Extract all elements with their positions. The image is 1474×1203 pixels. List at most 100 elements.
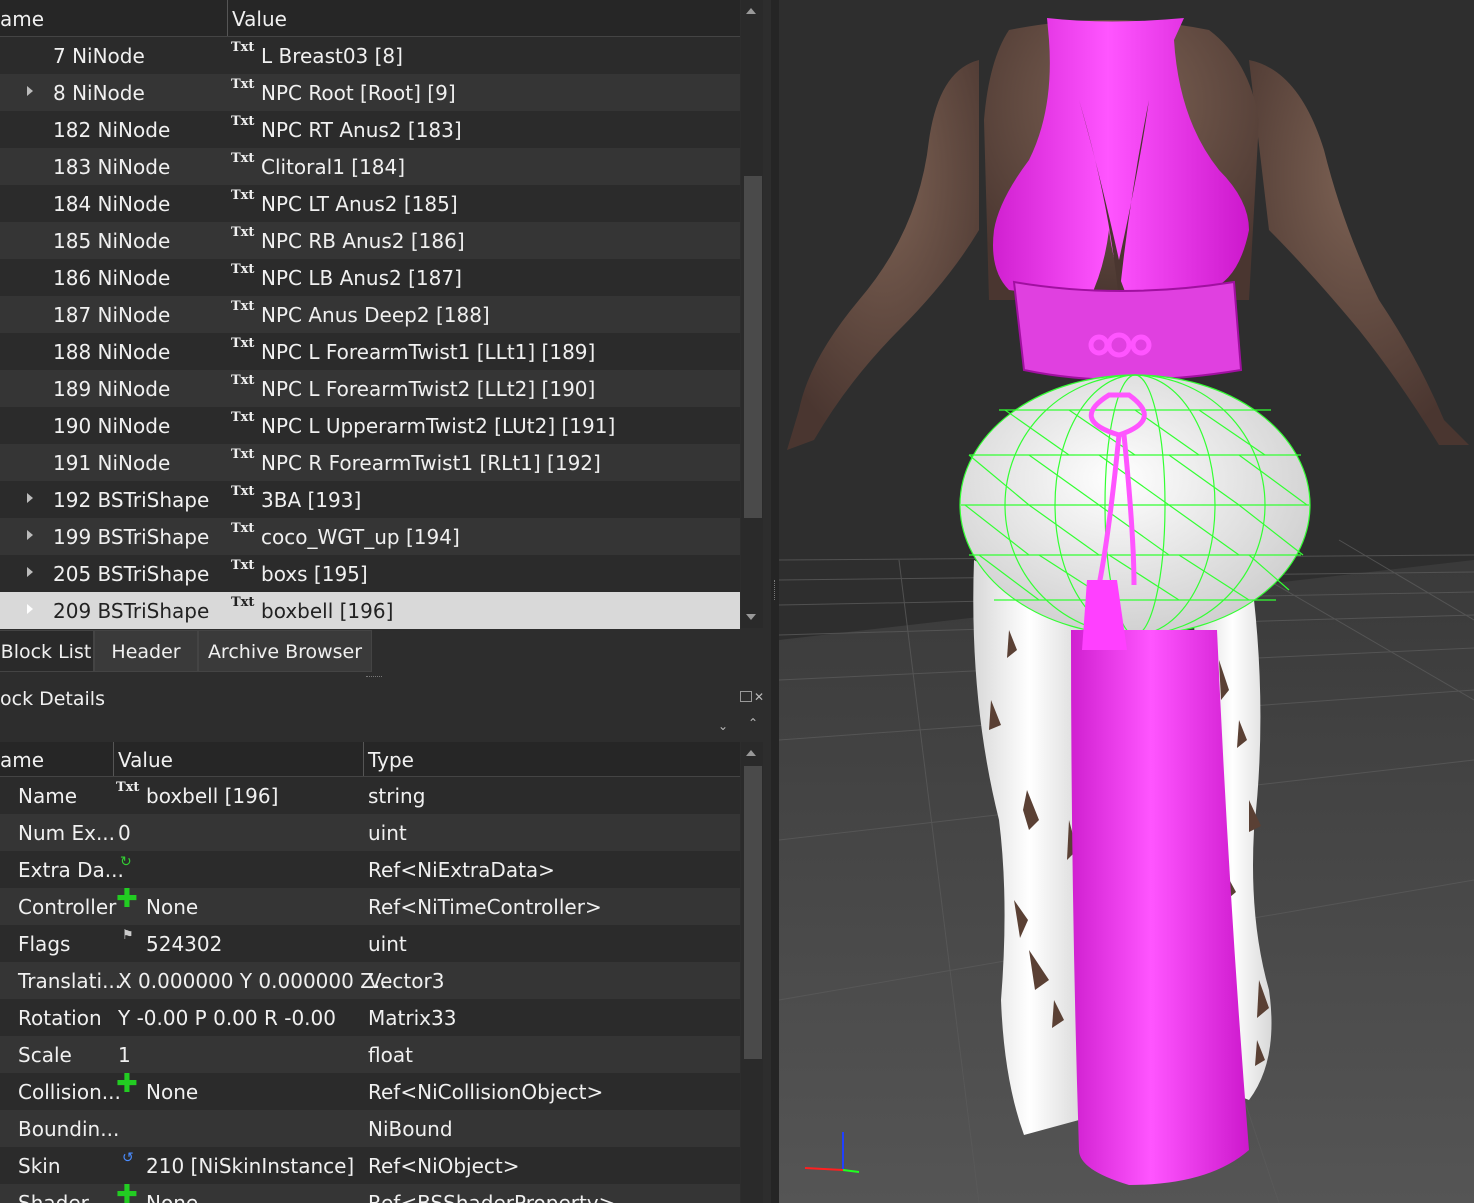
block-list-row[interactable]: 199 BSTriShape Txt coco_WGT_up [194] xyxy=(0,518,740,555)
detail-row[interactable]: Extra Da... ↻ Ref<NiExtraData> xyxy=(0,851,740,888)
name-column-header[interactable]: ame xyxy=(0,748,44,772)
block-value: Clitoral1 [184] xyxy=(261,155,406,179)
tab-archive-browser[interactable]: Archive Browser xyxy=(198,630,372,672)
detail-row[interactable]: Controller ✚ None Ref<NiTimeController> xyxy=(0,884,740,925)
block-details-title: ock Details xyxy=(0,688,105,710)
block-list-row[interactable]: 183 NiNode Txt Clitoral1 [184] xyxy=(0,148,740,185)
field-value[interactable]: None xyxy=(146,1191,198,1203)
block-list-scrollbar[interactable] xyxy=(741,0,763,628)
block-list-row[interactable]: 7 NiNode Txt L Breast03 [8] xyxy=(0,37,740,74)
field-type: NiBound xyxy=(368,1117,453,1141)
block-list-row[interactable]: 205 BSTriShape Txt boxs [195] xyxy=(0,555,740,592)
expand-arrow-icon[interactable] xyxy=(27,567,33,577)
block-list-row[interactable]: 182 NiNode Txt NPC RT Anus2 [183] xyxy=(0,111,740,148)
block-list-row[interactable]: 209 BSTriShape Txt boxbell [196] xyxy=(0,592,740,629)
detail-row[interactable]: Skin ↺ 210 [NiSkinInstance] Ref<NiObject> xyxy=(0,1147,740,1184)
value-column-header[interactable]: Value xyxy=(118,748,173,772)
field-value[interactable]: 524302 xyxy=(146,932,222,956)
block-name: 209 BSTriShape xyxy=(53,599,210,623)
block-list-row[interactable]: 190 NiNode Txt NPC L UpperarmTwist2 [LUt2]… xyxy=(0,407,740,444)
txt-icon: Txt xyxy=(231,299,255,314)
block-value: NPC L ForearmTwist1 [LLt1] [189] xyxy=(261,340,596,364)
plus-icon[interactable]: ✚ xyxy=(116,884,138,914)
block-list-row[interactable]: 184 NiNode Txt NPC LT Anus2 [185] xyxy=(0,185,740,222)
txt-icon: Txt xyxy=(231,151,255,166)
txt-icon[interactable]: Txt xyxy=(116,780,139,795)
scroll-thumb[interactable] xyxy=(744,766,762,1059)
block-list-row[interactable]: 8 NiNode Txt NPC Root [Root] [9] xyxy=(0,74,740,111)
block-name: 187 NiNode xyxy=(53,303,171,327)
block-name: 7 NiNode xyxy=(53,44,145,68)
collapse-all-icon[interactable]: ⌄ xyxy=(718,719,728,733)
block-value: 3BA [193] xyxy=(261,488,362,512)
block-list-row[interactable]: 191 NiNode Txt NPC R ForearmTwist1 [RLt1] … xyxy=(0,444,740,481)
block-list-row[interactable]: 188 NiNode Txt NPC L ForearmTwist1 [LLt1] … xyxy=(0,333,740,370)
plus-icon[interactable]: ✚ xyxy=(116,1180,138,1203)
plus-icon[interactable]: ✚ xyxy=(116,1069,138,1099)
block-name: 188 NiNode xyxy=(53,340,171,364)
expand-all-icon[interactable]: ⌃ xyxy=(748,716,758,730)
field-type: float xyxy=(368,1043,413,1067)
splitter-handle[interactable] xyxy=(366,676,382,680)
block-list-row[interactable]: 185 NiNode Txt NPC RB Anus2 [186] xyxy=(0,222,740,259)
link-icon[interactable]: ↺ xyxy=(122,1150,134,1166)
tab-header[interactable]: Header xyxy=(94,630,198,672)
name-column-header[interactable]: ame xyxy=(0,7,44,31)
refresh-icon[interactable]: ↻ xyxy=(120,854,132,870)
field-name: Extra Da... xyxy=(18,858,124,882)
block-name: 8 NiNode xyxy=(53,81,145,105)
block-list-row[interactable]: 187 NiNode Txt NPC Anus Deep2 [188] xyxy=(0,296,740,333)
tab-label: Archive Browser xyxy=(207,641,363,663)
details-header: ame Value Type xyxy=(0,742,740,777)
detail-row[interactable]: Shader... ✚ None Ref<BSShaderProperty> xyxy=(0,1180,740,1203)
value-column-header[interactable]: Value xyxy=(232,7,287,31)
field-value[interactable]: None xyxy=(146,1080,198,1104)
tab-label: Header xyxy=(111,641,181,663)
type-column-header[interactable]: Type xyxy=(368,748,414,772)
field-value[interactable]: 210 [NiSkinInstance] xyxy=(146,1154,354,1178)
field-name: Skin xyxy=(18,1154,61,1178)
detail-row[interactable]: Collision... ✚ None Ref<NiCollisionObject> xyxy=(0,1069,740,1110)
detail-row[interactable]: Name Txt boxbell [196] string xyxy=(0,777,740,814)
scroll-up-icon[interactable] xyxy=(746,8,756,14)
field-value[interactable]: 1 xyxy=(118,1043,131,1067)
field-type: Vector3 xyxy=(368,969,445,993)
expand-arrow-icon[interactable] xyxy=(27,493,33,503)
float-icon[interactable] xyxy=(740,691,752,702)
field-value[interactable]: Y -0.00 P 0.00 R -0.00 xyxy=(118,1006,336,1030)
field-value[interactable]: X 0.000000 Y 0.000000 Z... xyxy=(118,969,393,993)
block-list-row[interactable]: 192 BSTriShape Txt 3BA [193] xyxy=(0,481,740,518)
detail-row[interactable]: Boundin... NiBound xyxy=(0,1110,740,1147)
scroll-thumb[interactable] xyxy=(744,176,762,518)
expand-arrow-icon[interactable] xyxy=(27,530,33,540)
detail-row[interactable]: Translati... X 0.000000 Y 0.000000 Z... Ve… xyxy=(0,962,740,999)
detail-row[interactable]: Scale 1 float xyxy=(0,1036,740,1073)
block-name: 185 NiNode xyxy=(53,229,171,253)
field-value[interactable]: None xyxy=(146,895,198,919)
field-value[interactable]: 0 xyxy=(118,821,131,845)
panel-splitter[interactable] xyxy=(771,0,779,1203)
tab-block-list[interactable]: Block List xyxy=(0,630,94,672)
txt-icon: Txt xyxy=(231,484,255,499)
detail-row[interactable]: Flags ⚑ 524302 uint xyxy=(0,925,740,962)
block-value: NPC R ForearmTwist1 [RLt1] [192] xyxy=(261,451,601,475)
field-type: string xyxy=(368,784,426,808)
expand-arrow-icon[interactable] xyxy=(27,86,33,96)
block-value: NPC Root [Root] [9] xyxy=(261,81,456,105)
block-list-row[interactable]: 186 NiNode Txt NPC LB Anus2 [187] xyxy=(0,259,740,296)
details-scrollbar[interactable] xyxy=(741,742,763,1203)
detail-row[interactable]: Num Ex... 0 uint xyxy=(0,814,740,851)
flag-icon[interactable]: ⚑ xyxy=(122,928,134,943)
scroll-up-icon[interactable] xyxy=(746,750,756,756)
block-list-row[interactable]: 189 NiNode Txt NPC L ForearmTwist2 [LLt2] … xyxy=(0,370,740,407)
txt-icon: Txt xyxy=(231,521,255,536)
render-viewport[interactable] xyxy=(779,0,1474,1203)
detail-row[interactable]: Rotation Y -0.00 P 0.00 R -0.00 Matrix33 xyxy=(0,999,740,1036)
expand-arrow-icon[interactable] xyxy=(27,604,33,614)
block-list-header: ame Value xyxy=(0,0,740,37)
close-icon[interactable]: ✕ xyxy=(754,690,764,704)
block-value: NPC RT Anus2 [183] xyxy=(261,118,462,142)
block-name: 192 BSTriShape xyxy=(53,488,210,512)
scroll-down-icon[interactable] xyxy=(746,614,756,620)
field-value[interactable]: boxbell [196] xyxy=(146,784,278,808)
